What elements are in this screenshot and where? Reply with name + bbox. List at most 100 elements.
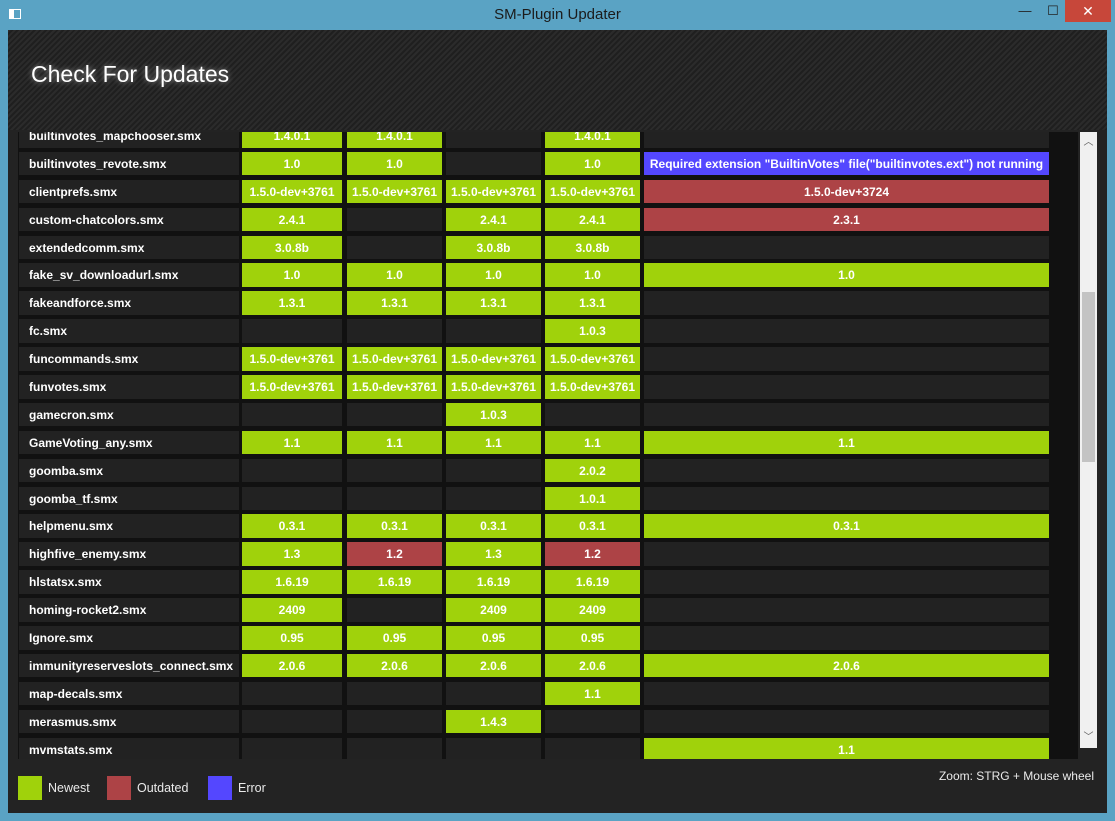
version-cell-newest: 2.0.6 <box>346 652 443 679</box>
version-cell-empty <box>643 318 1050 344</box>
version-cell-error: Required extension "BuiltinVotes" file("… <box>643 150 1050 177</box>
plugin-name-cell: homing-rocket2.smx <box>18 597 240 623</box>
version-cell-empty <box>445 318 542 344</box>
plugin-name-cell: immunityreserveslots_connect.smx <box>18 652 240 679</box>
version-cell-empty <box>544 736 641 759</box>
version-cell-newest: 1.4.0.1 <box>241 132 343 149</box>
version-cell-newest: 1.0.1 <box>544 485 641 512</box>
version-cell-newest: 1.0 <box>544 150 641 177</box>
plugin-version-grid[interactable]: builtinvotes_mapchooser.smx 1.4.0.1 1.4.0.… <box>18 132 1078 759</box>
version-cell-newest: 1.5.0-dev+3761 <box>544 346 641 372</box>
scroll-thumb[interactable] <box>1082 292 1095 462</box>
version-cell-newest: 1.5.0-dev+3761 <box>241 346 343 372</box>
version-cell-empty <box>241 485 343 512</box>
version-cell-newest: 1.0 <box>445 262 542 288</box>
version-cell-newest: 1.0 <box>346 262 443 288</box>
minimize-button[interactable]: — <box>1012 0 1038 22</box>
version-cell-newest: 1.1 <box>643 429 1050 456</box>
plugin-name-cell: hlstatsx.smx <box>18 569 240 595</box>
version-cell-newest: 1.5.0-dev+3761 <box>544 178 641 205</box>
version-cell-newest: 1.3.1 <box>346 290 443 316</box>
close-button[interactable]: ✕ <box>1065 0 1111 22</box>
plugin-name-cell: fc.smx <box>18 318 240 344</box>
plugin-name-cell: funvotes.smx <box>18 374 240 400</box>
version-cell-newest: 1.6.19 <box>544 569 641 595</box>
version-cell-newest: 1.4.0.1 <box>346 132 443 149</box>
version-cell-newest: 1.6.19 <box>346 569 443 595</box>
version-cell-empty <box>643 132 1050 149</box>
legend-label-newest: Newest <box>48 781 90 795</box>
version-cell-newest: 1.0 <box>643 262 1050 288</box>
version-cell-newest: 1.0 <box>241 262 343 288</box>
version-cell-empty <box>445 485 542 512</box>
version-cell-empty <box>346 206 443 233</box>
plugin-name-cell: custom-chatcolors.smx <box>18 206 240 233</box>
plugin-name-cell: builtinvotes_mapchooser.smx <box>18 132 240 149</box>
version-cell-empty <box>544 401 641 428</box>
vertical-scrollbar[interactable]: ︿ ﹀ <box>1080 132 1097 748</box>
version-cell-newest: 1.0 <box>241 150 343 177</box>
version-cell-empty <box>346 234 443 261</box>
version-cell-empty <box>241 318 343 344</box>
version-cell-empty <box>643 625 1050 651</box>
version-cell-newest: 1.3.1 <box>445 290 542 316</box>
version-cell-newest: 1.5.0-dev+3761 <box>241 374 343 400</box>
version-cell-newest: 1.3 <box>445 541 542 567</box>
plugin-name-cell: extendedcomm.smx <box>18 234 240 261</box>
version-cell-newest: 2.0.6 <box>445 652 542 679</box>
version-cell-newest: 1.3.1 <box>544 290 641 316</box>
version-cell-empty <box>643 457 1050 484</box>
version-cell-newest: 3.0.8b <box>544 234 641 261</box>
plugin-name-cell: goomba_tf.smx <box>18 485 240 512</box>
version-cell-newest: 1.1 <box>445 429 542 456</box>
version-cell-empty <box>445 457 542 484</box>
version-cell-empty <box>346 457 443 484</box>
version-cell-newest: 0.95 <box>445 625 542 651</box>
scroll-down-arrow-icon[interactable]: ﹀ <box>1080 731 1097 745</box>
maximize-button[interactable]: ☐ <box>1040 0 1066 22</box>
version-cell-empty <box>643 374 1050 400</box>
version-cell-newest: 1.6.19 <box>241 569 343 595</box>
version-cell-newest: 1.5.0-dev+3761 <box>241 178 343 205</box>
version-cell-newest: 0.95 <box>544 625 641 651</box>
window-title: SM-Plugin Updater <box>494 6 621 23</box>
plugin-name-cell: highfive_enemy.smx <box>18 541 240 567</box>
scroll-up-arrow-icon[interactable]: ︿ <box>1080 136 1097 150</box>
version-cell-newest: 1.4.0.1 <box>544 132 641 149</box>
version-cell-empty <box>544 708 641 735</box>
version-cell-empty <box>643 290 1050 316</box>
version-cell-newest: 1.0 <box>346 150 443 177</box>
version-cell-newest: 1.5.0-dev+3761 <box>445 346 542 372</box>
version-cell-empty <box>643 234 1050 261</box>
plugin-name-cell: map-decals.smx <box>18 680 240 707</box>
version-cell-empty <box>346 597 443 623</box>
version-cell-empty <box>346 485 443 512</box>
version-cell-newest: 1.5.0-dev+3761 <box>346 346 443 372</box>
version-cell-newest: 1.4.3 <box>445 708 542 735</box>
version-cell-newest: 1.5.0-dev+3761 <box>544 374 641 400</box>
client-area: Check For Updates builtinvotes_mapchoose… <box>8 30 1107 813</box>
version-cell-newest: 1.1 <box>241 429 343 456</box>
version-cell-newest: 2.0.6 <box>544 652 641 679</box>
version-cell-empty <box>346 401 443 428</box>
plugin-name-cell: mvmstats.smx <box>18 736 240 759</box>
version-cell-empty <box>643 569 1050 595</box>
page-header: Check For Updates <box>8 30 1107 130</box>
version-cell-newest: 1.1 <box>346 429 443 456</box>
version-cell-outdated: 1.2 <box>544 541 641 567</box>
plugin-name-cell: builtinvotes_revote.smx <box>18 150 240 177</box>
version-cell-newest: 2.4.1 <box>544 206 641 233</box>
version-cell-empty <box>241 680 343 707</box>
version-cell-outdated: 2.3.1 <box>643 206 1050 233</box>
version-cell-newest: 2.0.2 <box>544 457 641 484</box>
version-cell-newest: 0.95 <box>346 625 443 651</box>
version-cell-newest: 3.0.8b <box>241 234 343 261</box>
version-cell-empty <box>346 736 443 759</box>
plugin-name-cell: funcommands.smx <box>18 346 240 372</box>
legend-swatch-error <box>208 776 232 800</box>
plugin-name-cell: fakeandforce.smx <box>18 290 240 316</box>
title-bar[interactable]: SM-Plugin Updater — ☐ ✕ <box>0 0 1115 30</box>
version-cell-empty <box>241 736 343 759</box>
version-cell-newest: 1.1 <box>544 429 641 456</box>
version-cell-outdated: 1.2 <box>346 541 443 567</box>
